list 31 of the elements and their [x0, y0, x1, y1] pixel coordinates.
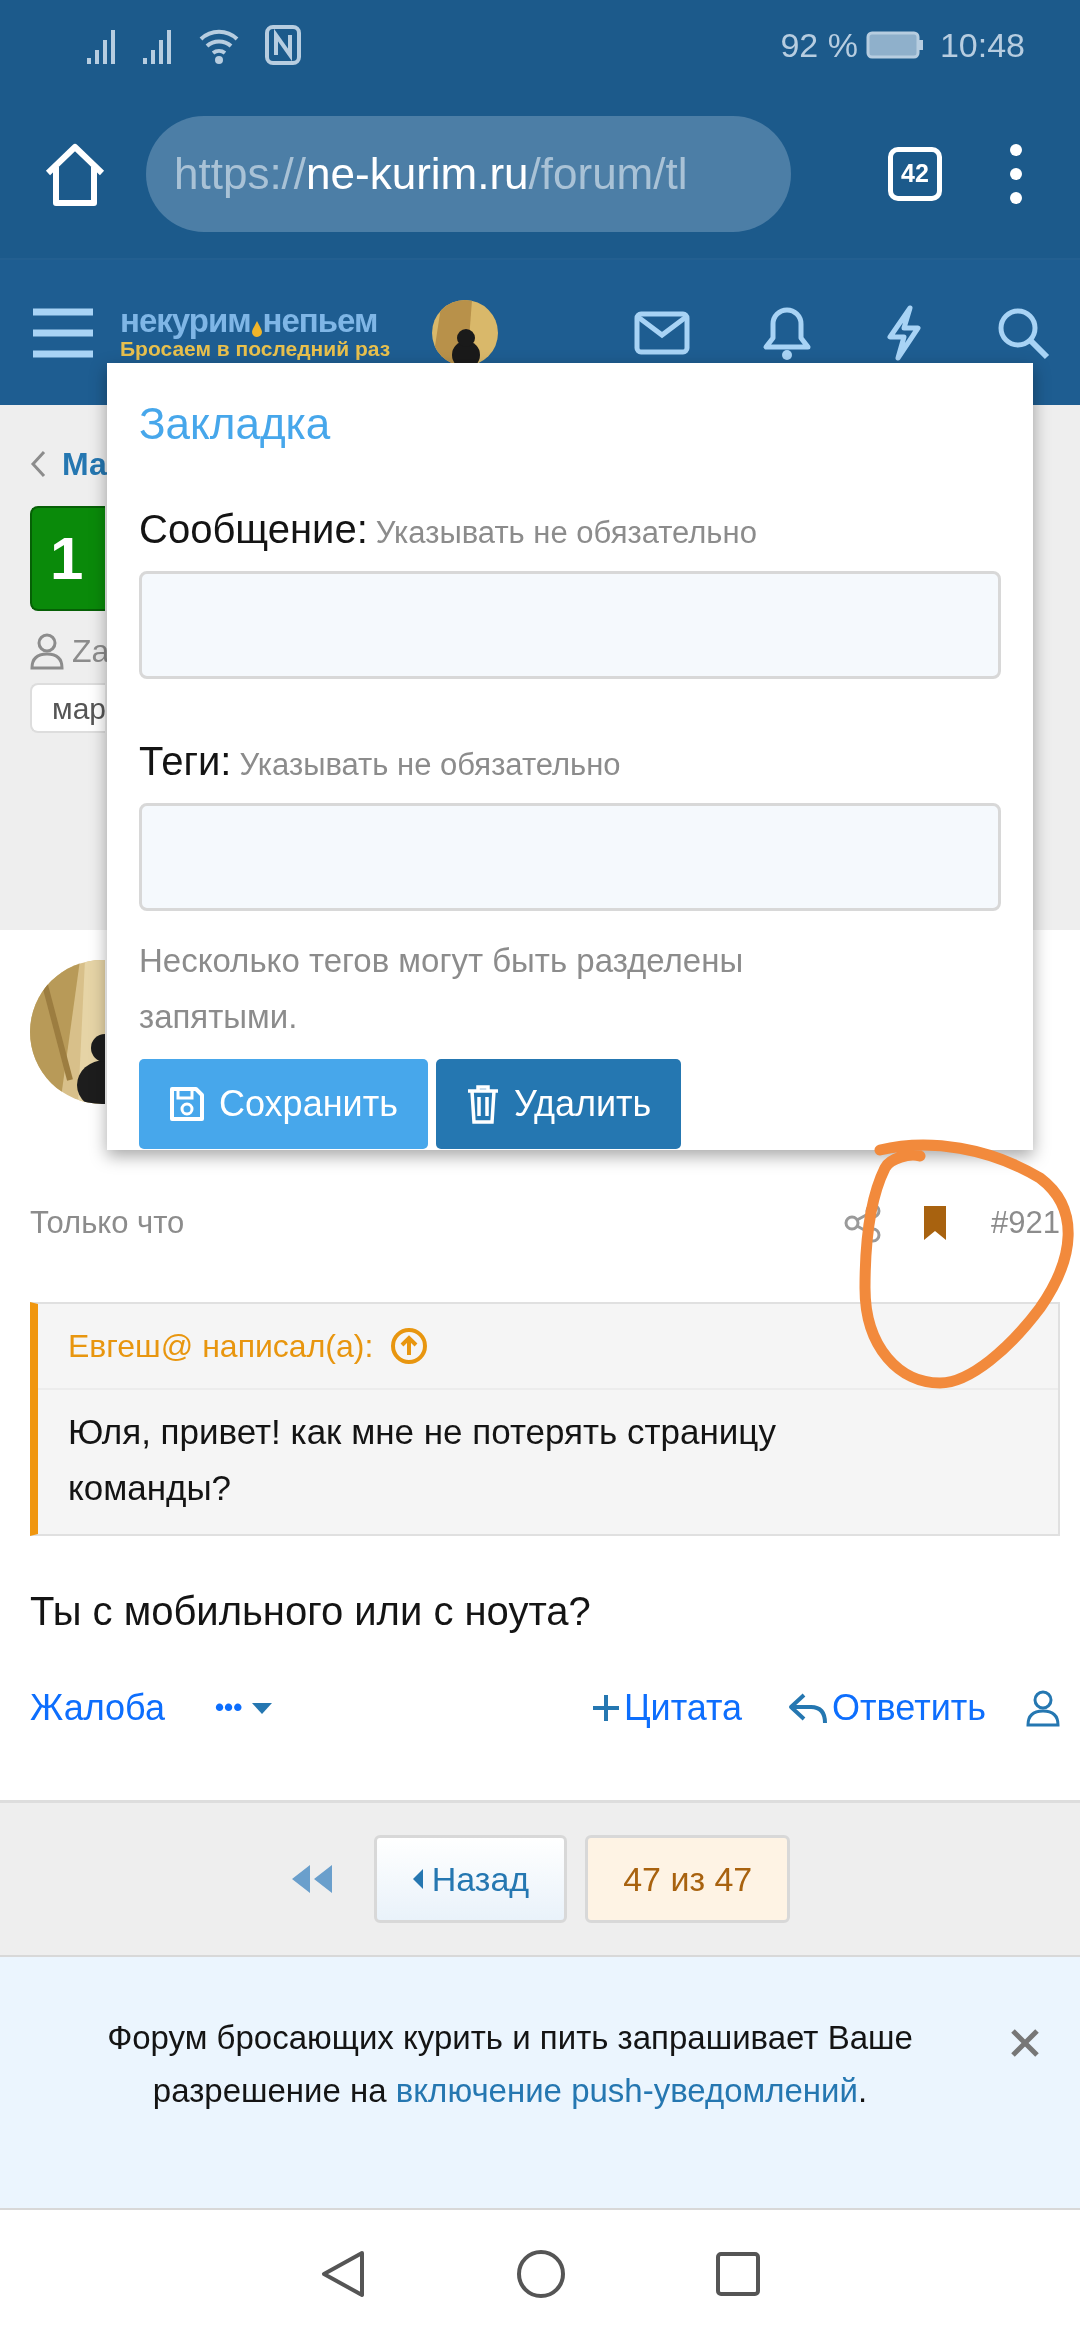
thread-author[interactable]: Za: [72, 627, 110, 675]
address-bar[interactable]: https://ne-kurim.ru/forum/tl: [146, 116, 791, 232]
post-time[interactable]: Только что: [30, 1200, 185, 1247]
battery-percent: 92 %: [780, 24, 858, 66]
save-button[interactable]: Сохранить: [139, 1059, 428, 1150]
help-text: Несколько тегов могут быть разделены запятыми.: [139, 941, 745, 1038]
delete-button[interactable]: Удалить: [435, 1059, 682, 1150]
post-text: Ты с мобильного или с ноута?: [30, 1587, 592, 1635]
notice-text: Форум бросающих курить и пить запрашивает Ваше разрешение на включение push-уведомлений.: [106, 2018, 914, 2111]
field-label: Теги:: [139, 738, 232, 785]
quote-text: Юля, привет! как мне не потерять страницу команды?: [67, 1410, 777, 1509]
more-link[interactable]: •••: [214, 1688, 275, 1727]
current-page-button[interactable]: 47 из 47: [585, 1835, 791, 1923]
logo-title: некурим: [120, 304, 251, 338]
logo-title: непьем: [262, 304, 378, 338]
breadcrumb-link[interactable]: Ма: [62, 440, 107, 488]
tag-chip[interactable]: мар: [30, 683, 105, 733]
quote-author[interactable]: Евгеш@ написал(а):: [68, 1321, 374, 1370]
quote-link[interactable]: Цитата: [591, 1680, 743, 1735]
field-label: Сообщение:: [139, 506, 368, 553]
field-hint: Указывать не обязательно: [239, 746, 621, 784]
previous-button[interactable]: Назад: [373, 1835, 568, 1923]
thread-prefix-badge: 1: [30, 506, 105, 611]
tab-count-button[interactable]: 42: [888, 147, 942, 201]
notice-link[interactable]: включение push-уведомлений: [395, 2071, 858, 2109]
field-hint: Указывать не обязательно: [375, 514, 757, 552]
reply-link[interactable]: Ответить: [788, 1680, 986, 1735]
post-number[interactable]: #921: [991, 1200, 1060, 1247]
clock: 10:48: [939, 24, 1025, 66]
report-link[interactable]: Жалоба: [30, 1680, 165, 1735]
popup-title: Закладка: [139, 398, 332, 450]
